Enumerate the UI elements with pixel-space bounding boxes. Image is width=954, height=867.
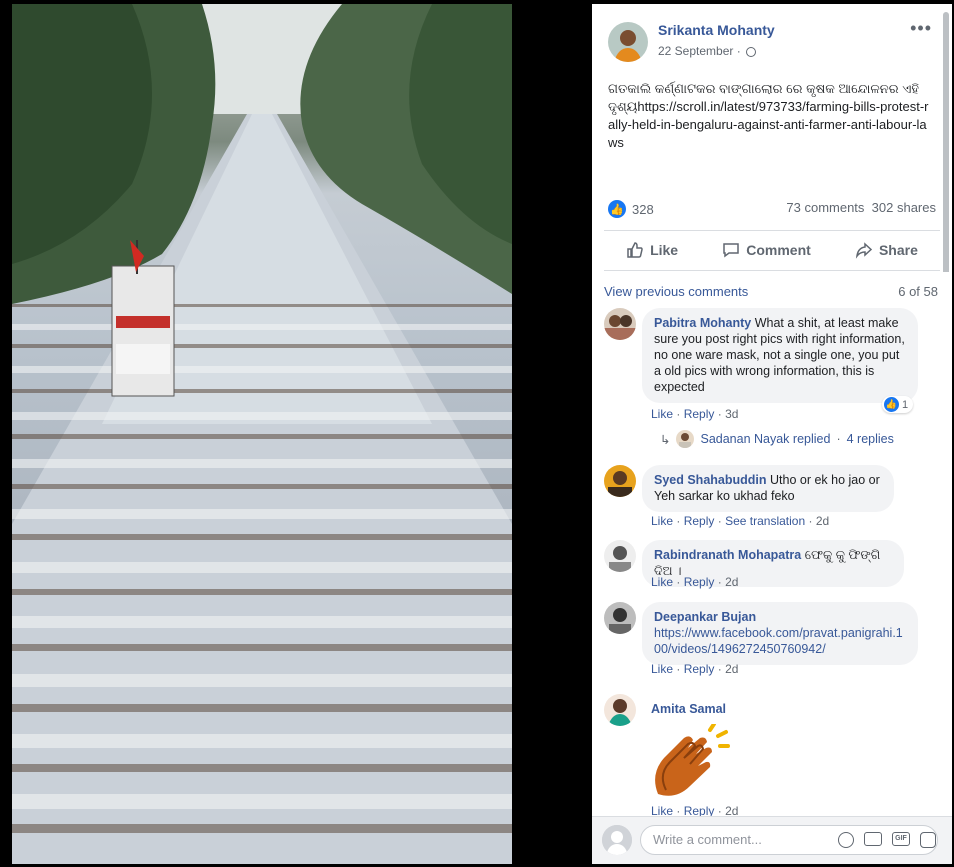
author-avatar[interactable]: [608, 22, 648, 62]
commenter-name[interactable]: Syed Shahabuddin: [654, 473, 767, 487]
share-icon: [855, 242, 873, 259]
comment-time[interactable]: 2d: [725, 575, 738, 589]
globe-icon: [746, 47, 757, 57]
engagement-counts: 73 comments 302 shares: [786, 200, 936, 215]
see-translation-link[interactable]: See translation: [725, 514, 805, 528]
commenter-name[interactable]: Deepankar Bujan: [654, 609, 906, 625]
comment-bubble: Deepankar Bujan https://www.facebook.com…: [642, 602, 918, 665]
more-dots-icon[interactable]: •••: [910, 18, 932, 39]
post-date[interactable]: 22 September ·: [658, 44, 757, 58]
reply-count: 4 replies: [846, 432, 894, 446]
comment-item: Deepankar Bujan https://www.facebook.com…: [604, 602, 944, 682]
thumbs-up-icon: 👍: [608, 200, 626, 218]
commenter-avatar[interactable]: [604, 308, 636, 340]
comment-item: Amita Samal Like · Reply · 2d: [604, 694, 944, 818]
camera-icon[interactable]: [864, 832, 882, 846]
current-user-avatar: [602, 825, 632, 855]
comment-like-link[interactable]: Like: [651, 407, 673, 421]
comment-item: Syed Shahabuddin Utho or ek ho jao or Ye…: [604, 465, 944, 528]
comment-button-label: Comment: [746, 242, 811, 258]
commenter-name[interactable]: Rabindranath Mohapatra: [654, 548, 801, 562]
crowd-photo-illustration: [12, 4, 512, 864]
comment-icon: [723, 243, 739, 258]
like-outline-icon: [627, 242, 643, 258]
comment-bubble: Pabitra Mohanty What a shit, at least ma…: [642, 308, 918, 403]
comment-meta: Like · Reply · 2d: [651, 575, 739, 589]
commenter-avatar[interactable]: [604, 602, 636, 634]
comment-meta: Like · Reply · 2d: [651, 662, 739, 676]
commenter-avatar[interactable]: [604, 540, 636, 572]
comment-time[interactable]: 2d: [816, 514, 829, 528]
reply-arrow-icon: ↳: [660, 432, 671, 447]
shares-count[interactable]: 302 shares: [872, 200, 936, 215]
thumbs-up-icon: 👍: [884, 397, 899, 412]
post-date-text: 22 September: [658, 44, 734, 58]
like-count: 328: [632, 201, 654, 217]
comment-time[interactable]: 2d: [725, 662, 738, 676]
comment-time[interactable]: 3d: [725, 407, 738, 421]
comment-meta: Like · Reply · See translation · 2d: [651, 514, 830, 528]
post-panel: Srikanta Mohanty 22 September · ••• ଗତକା…: [592, 4, 952, 864]
comment-like-link[interactable]: Like: [651, 575, 673, 589]
like-button-label: Like: [650, 242, 679, 258]
view-previous-comments-link[interactable]: View previous comments: [604, 284, 748, 299]
comment-reply-link[interactable]: Reply: [684, 662, 715, 676]
divider: [604, 270, 940, 271]
gif-icon[interactable]: GIF: [892, 832, 910, 846]
composer-tools: GIF: [838, 832, 936, 848]
reply-summary: Sadanan Nayak replied: [700, 432, 831, 446]
comment-composer: Write a comment... GIF: [592, 816, 952, 864]
post-author-name[interactable]: Srikanta Mohanty: [658, 22, 775, 38]
replier-avatar: [676, 430, 695, 448]
comment-like-link[interactable]: Like: [651, 662, 673, 676]
commenter-avatar[interactable]: [604, 465, 636, 497]
like-button[interactable]: Like: [626, 241, 678, 259]
replies-link[interactable]: ↳ Sadanan Nayak replied · 4 replies: [660, 430, 894, 448]
commenter-name[interactable]: Amita Samal: [651, 702, 726, 716]
sticker-icon[interactable]: [920, 832, 936, 848]
comment-reactions[interactable]: 👍 1: [882, 396, 914, 413]
post-actions: Like Comment Share: [604, 236, 940, 264]
post-photo[interactable]: [12, 4, 512, 864]
reaction-summary[interactable]: 👍 328: [608, 200, 654, 218]
emoji-icon[interactable]: [838, 832, 854, 848]
comment-item: Rabindranath Mohapatra ଫେକୁ କୁ ଫିଙ୍ଗି ଦି…: [604, 540, 944, 590]
comments-count[interactable]: 73 comments: [786, 200, 864, 215]
share-button[interactable]: Share: [855, 241, 918, 259]
clapping-hands-icon: [650, 722, 730, 805]
comment-reply-link[interactable]: Reply: [684, 407, 715, 421]
share-button-label: Share: [878, 242, 918, 258]
commenter-name[interactable]: Pabitra Mohanty: [654, 316, 751, 330]
comments-section: View previous comments 6 of 58 Pabitra M…: [592, 272, 952, 818]
comment-link[interactable]: https://www.facebook.com/pravat.panigrah…: [654, 625, 906, 657]
comment-input-placeholder: Write a comment...: [653, 832, 762, 847]
comment-like-link[interactable]: Like: [651, 514, 673, 528]
reaction-count: 1: [902, 398, 909, 411]
comment-button[interactable]: Comment: [722, 241, 811, 259]
comment-reply-link[interactable]: Reply: [684, 514, 715, 528]
comment-reply-link[interactable]: Reply: [684, 575, 715, 589]
post-text: ଗତକାଲି କର୍ଣ୍ଣାଟକର ବାଙ୍ଗାଲୋର ରେ କୃଷକ ଆନ୍ଦ…: [608, 81, 929, 150]
commenter-avatar[interactable]: [604, 694, 636, 726]
comments-page-count: 6 of 58: [898, 284, 938, 299]
comment-bubble: Syed Shahabuddin Utho or ek ho jao or Ye…: [642, 465, 894, 512]
comment-meta: Like · Reply · 3d: [651, 407, 739, 421]
divider: [604, 230, 940, 231]
